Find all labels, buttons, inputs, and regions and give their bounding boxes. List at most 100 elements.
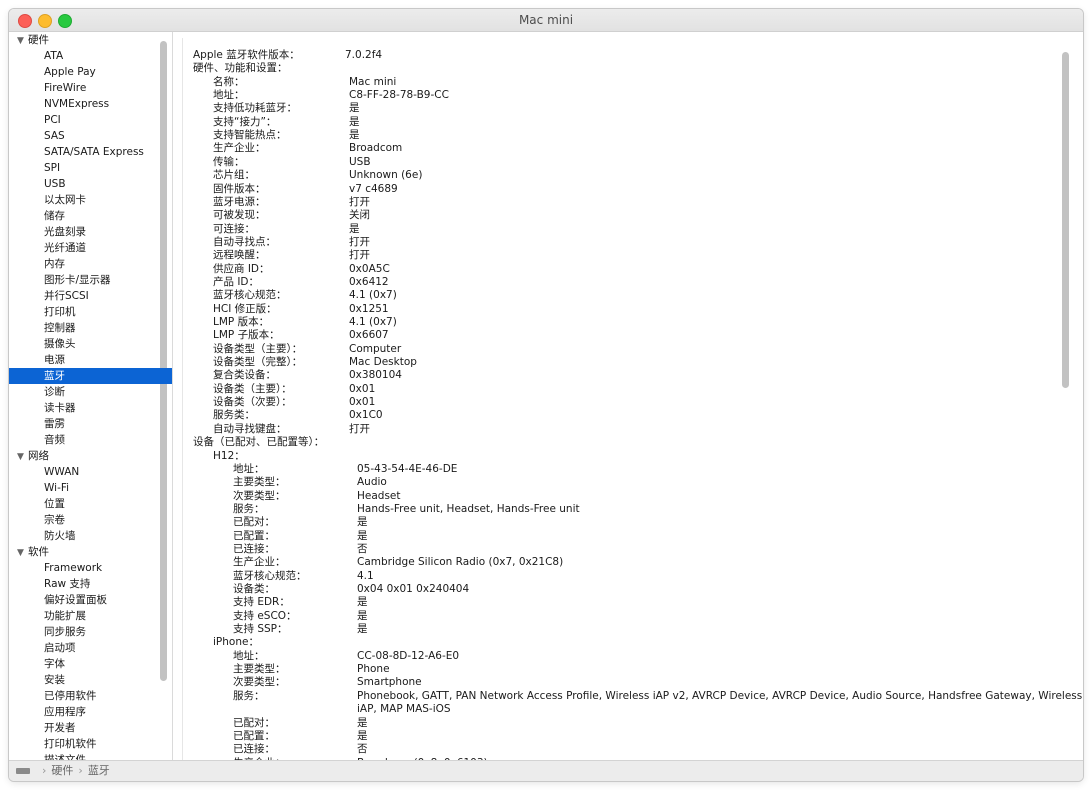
sidebar-item[interactable]: 防火墙 — [9, 528, 172, 544]
info-value: USB — [349, 155, 371, 168]
sidebar-item[interactable]: 摄像头 — [9, 336, 172, 352]
info-value: Cambridge Silicon Radio (0x7, 0x21C8) — [357, 556, 564, 569]
info-key: LMP 子版本： — [213, 329, 280, 342]
sidebar-item[interactable]: 安装 — [9, 672, 172, 688]
sidebar-item[interactable]: 同步服务 — [9, 624, 172, 640]
info-key: H12： — [213, 449, 245, 462]
sidebar-item[interactable]: 并行SCSI — [9, 288, 172, 304]
sidebar-item-label: 诊断 — [44, 386, 65, 398]
sidebar-item[interactable]: 音频 — [9, 432, 172, 448]
sidebar-item[interactable]: 开发者 — [9, 720, 172, 736]
sidebar-item[interactable]: 字体 — [9, 656, 172, 672]
info-key: 复合类设备： — [213, 369, 276, 382]
sidebar-item-label: 宗卷 — [44, 514, 65, 526]
info-value: 0x1C0 — [349, 409, 383, 422]
sidebar-category[interactable]: ▼ 软件 — [9, 544, 165, 560]
breadcrumb-item[interactable]: 硬件 — [51, 764, 73, 777]
sidebar-item[interactable]: Raw 支持 — [9, 576, 172, 592]
sidebar-item[interactable]: Wi-Fi — [9, 480, 172, 496]
info-key: 生产企业： — [213, 142, 266, 155]
sidebar-item-label: 启动项 — [44, 642, 76, 654]
sidebar-item[interactable]: USB — [9, 176, 172, 192]
info-key: 支持“接力”： — [213, 115, 277, 128]
sidebar-item[interactable]: 偏好设置面板 — [9, 592, 172, 608]
sidebar-item[interactable]: 功能扩展 — [9, 608, 172, 624]
sidebar-item-label: 并行SCSI — [44, 290, 89, 302]
sidebar-item[interactable]: 应用程序 — [9, 704, 172, 720]
sidebar-item[interactable]: 蓝牙 — [9, 368, 172, 384]
sidebar-item[interactable]: 光盘刻录 — [9, 224, 172, 240]
info-key: iPhone： — [213, 636, 259, 649]
info-key: 主要类型： — [233, 663, 286, 676]
chevron-right-icon: › — [42, 764, 47, 777]
info-key: 地址： — [213, 89, 245, 102]
sidebar-item[interactable]: Apple Pay — [9, 64, 172, 80]
path-bar: › 硬件 › 蓝牙 — [9, 760, 1083, 781]
sidebar-item[interactable]: SAS — [9, 128, 172, 144]
sidebar-item-label: 电源 — [44, 354, 65, 366]
sidebar-item[interactable]: 读卡器 — [9, 400, 172, 416]
sidebar-item[interactable]: 位置 — [9, 496, 172, 512]
sidebar-item[interactable]: ATA — [9, 48, 172, 64]
sidebar-category[interactable]: ▼ 网络 — [9, 448, 165, 464]
sidebar-item[interactable]: 启动项 — [9, 640, 172, 656]
sidebar-item[interactable]: 内存 — [9, 256, 172, 272]
info-value: 是 — [357, 716, 368, 729]
sidebar-item[interactable]: 宗卷 — [9, 512, 172, 528]
info-value: 是 — [349, 222, 360, 235]
info-key: 蓝牙核心规范： — [213, 289, 287, 302]
disclosure-triangle-icon[interactable]: ▼ — [17, 545, 28, 561]
detail-border — [182, 38, 1075, 760]
info-key: 地址： — [233, 649, 265, 662]
disclosure-triangle-icon[interactable]: ▼ — [17, 33, 28, 49]
sidebar-item[interactable]: 光纤通道 — [9, 240, 172, 256]
info-key: 次要类型： — [233, 489, 286, 502]
info-key: 次要类型： — [233, 676, 286, 689]
sidebar-item-label: 网络 — [28, 450, 49, 462]
app-window: Mac mini ▼ 硬件 ATA Apple Pay FireWire NVMExpre… — [9, 9, 1083, 781]
info-key: 蓝牙核心规范： — [233, 569, 307, 582]
sidebar-item-label: Wi-Fi — [44, 482, 70, 494]
info-key: 已配置： — [233, 729, 275, 742]
info-value: 是 — [349, 115, 360, 128]
info-key: 设备类（次要）： — [213, 396, 292, 409]
sidebar-item[interactable]: SPI — [9, 160, 172, 176]
info-key: 支持 SSP： — [233, 623, 288, 636]
sidebar-item[interactable]: NVMExpress — [9, 96, 172, 112]
info-value: 是 — [357, 609, 368, 622]
info-key: 远程唤醒： — [213, 249, 266, 262]
sidebar-category[interactable]: ▼ 硬件 — [9, 32, 165, 48]
sidebar-item[interactable]: FireWire — [9, 80, 172, 96]
sidebar-item[interactable]: 储存 — [9, 208, 172, 224]
info-key: 已配对： — [233, 516, 275, 529]
info-value: 0x6607 — [349, 329, 389, 342]
sidebar-item[interactable]: 图形卡/显示器 — [9, 272, 172, 288]
info-value: Phonebook, GATT, PAN Network Access Prof… — [357, 689, 1083, 702]
info-value: 4.1 — [357, 569, 374, 582]
sidebar-item[interactable]: 电源 — [9, 352, 172, 368]
sidebar-item[interactable]: 打印机 — [9, 304, 172, 320]
sidebar-item-label: 应用程序 — [44, 706, 86, 718]
sidebar-item[interactable]: 诊断 — [9, 384, 172, 400]
info-key: 已连接： — [233, 542, 275, 555]
info-key: 固件版本： — [213, 182, 266, 195]
sidebar-item[interactable]: 以太网卡 — [9, 192, 172, 208]
sidebar-item[interactable]: Framework — [9, 560, 172, 576]
info-value: 打开 — [349, 422, 370, 435]
detail-scrollbar[interactable] — [1062, 52, 1069, 388]
sidebar-item[interactable]: 已停用软件 — [9, 688, 172, 704]
sidebar-item-label: PCI — [44, 114, 61, 126]
info-key: 产品 ID： — [213, 275, 260, 288]
info-value: Audio — [357, 476, 387, 489]
breadcrumb-item[interactable]: 蓝牙 — [88, 764, 110, 777]
sidebar-item[interactable]: PCI — [9, 112, 172, 128]
sidebar-item[interactable]: 雷雳 — [9, 416, 172, 432]
sidebar-item[interactable]: 控制器 — [9, 320, 172, 336]
info-value: 0x01 — [349, 396, 376, 409]
disclosure-triangle-icon[interactable]: ▼ — [17, 449, 28, 465]
sidebar-item-label: Raw 支持 — [44, 578, 91, 590]
sidebar-item[interactable]: WWAN — [9, 464, 172, 480]
sidebar-item[interactable]: 打印机软件 — [9, 736, 172, 752]
sidebar-item[interactable]: SATA/SATA Express — [9, 144, 172, 160]
info-key: 已连接： — [233, 743, 275, 756]
